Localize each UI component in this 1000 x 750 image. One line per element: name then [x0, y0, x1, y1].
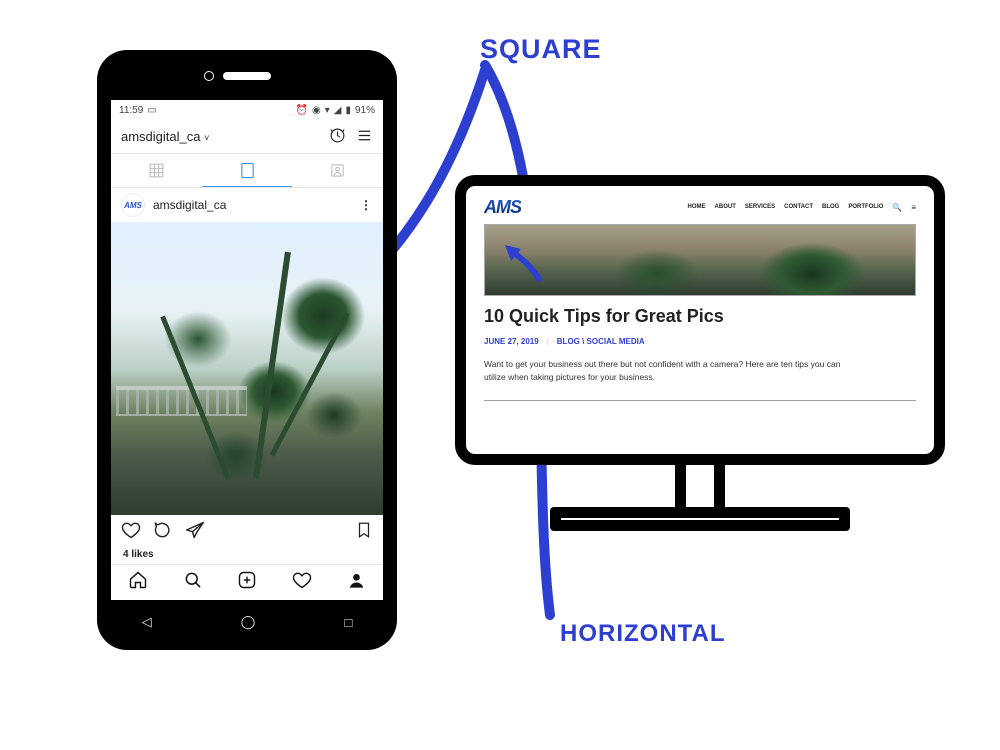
nav-new-post-icon[interactable] — [237, 570, 257, 595]
hero-annotation-arrow — [503, 243, 543, 283]
post-more-icon[interactable]: ⋮ — [360, 198, 373, 212]
post-author[interactable]: amsdigital_ca — [153, 198, 226, 212]
status-time: 11:59 — [119, 105, 143, 116]
chevron-down-icon: ˅ — [204, 133, 209, 143]
bookmark-icon[interactable] — [355, 520, 373, 545]
signal-icon: ◢ — [334, 105, 342, 116]
archive-icon[interactable] — [329, 127, 346, 147]
phone-camera-dot — [204, 71, 214, 81]
desktop-monitor-frame: AMS HOME ABOUT SERVICES CONTACT BLOG POR… — [455, 175, 945, 531]
ig-bottom-nav — [111, 564, 383, 600]
article-excerpt: Want to get your business out there but … — [484, 358, 864, 394]
site-nav: HOME ABOUT SERVICES CONTACT BLOG PORTFOL… — [688, 203, 916, 212]
post-header: AMS amsdigital_ca ⋮ — [111, 188, 383, 222]
tab-tagged[interactable] — [292, 154, 383, 187]
site-logo[interactable]: AMS — [484, 197, 521, 218]
ig-feed-tabs — [111, 154, 383, 188]
post-actions — [111, 515, 383, 549]
photo-bridge — [116, 386, 247, 416]
comment-icon[interactable] — [153, 520, 173, 545]
share-icon[interactable] — [185, 520, 205, 545]
android-home-icon[interactable]: ◯ — [241, 614, 256, 630]
android-back-icon[interactable]: ◁ — [142, 614, 152, 630]
hero-image-horizontal — [484, 224, 916, 296]
meta-separator: | — [547, 337, 549, 346]
article-date: JUNE 27, 2019 — [484, 337, 539, 346]
nav-item-portfolio[interactable]: PORTFOLIO — [848, 204, 883, 210]
nav-item-home[interactable]: HOME — [688, 204, 706, 210]
nav-home-icon[interactable] — [128, 570, 148, 595]
site-search-icon[interactable]: 🔍 — [892, 203, 902, 212]
tab-feed[interactable] — [202, 154, 293, 187]
android-nav-bar: ◁ ◯ □ — [97, 606, 397, 638]
nav-profile-icon[interactable] — [347, 571, 366, 595]
nav-item-blog[interactable]: BLOG — [822, 204, 839, 210]
nav-item-about[interactable]: ABOUT — [715, 204, 736, 210]
wifi-icon: ▾ — [325, 105, 330, 116]
label-square: SQUARE — [480, 34, 602, 65]
site-menu-icon[interactable]: ≡ — [911, 203, 916, 212]
article-categories[interactable]: BLOG \ SOCIAL MEDIA — [557, 337, 645, 346]
status-bar: 11:59 ▭ ⏰ ◉ ▾ ◢ ▮ 91% — [111, 100, 383, 120]
phone-screen: 11:59 ▭ ⏰ ◉ ▾ ◢ ▮ 91% amsdigital_ca ˅ — [111, 100, 383, 600]
article-divider — [484, 400, 916, 401]
monitor-base — [550, 507, 850, 531]
nav-item-services[interactable]: SERVICES — [745, 204, 775, 210]
tab-grid[interactable] — [111, 154, 202, 187]
like-icon[interactable] — [121, 520, 141, 545]
alarm-icon: ⏰ — [296, 105, 308, 116]
status-battery: 91% — [355, 105, 375, 116]
ig-account-header: amsdigital_ca ˅ — [111, 120, 383, 154]
post-image-square[interactable] — [111, 222, 383, 515]
phone-device-frame: 11:59 ▭ ⏰ ◉ ▾ ◢ ▮ 91% amsdigital_ca ˅ — [97, 50, 397, 650]
nav-activity-icon[interactable] — [292, 570, 312, 595]
article-meta: JUNE 27, 2019 | BLOG \ SOCIAL MEDIA — [484, 337, 916, 346]
article-title: 10 Quick Tips for Great Pics — [484, 306, 916, 327]
monitor-stand — [675, 463, 725, 513]
battery-icon: ▮ — [345, 105, 351, 116]
vibrate-icon: ◉ — [312, 105, 321, 116]
menu-icon[interactable] — [356, 127, 373, 147]
label-horizontal: HORIZONTAL — [560, 620, 726, 648]
post-avatar[interactable]: AMS — [121, 193, 145, 217]
desktop-screen: AMS HOME ABOUT SERVICES CONTACT BLOG POR… — [455, 175, 945, 465]
site-topbar: AMS HOME ABOUT SERVICES CONTACT BLOG POR… — [484, 194, 916, 220]
account-switcher[interactable]: amsdigital_ca ˅ — [121, 129, 209, 144]
post-likes[interactable]: 4 likes — [111, 549, 383, 564]
android-recents-icon[interactable]: □ — [345, 615, 353, 630]
nav-item-contact[interactable]: CONTACT — [784, 204, 813, 210]
phone-speaker — [223, 72, 271, 80]
nav-search-icon[interactable] — [183, 570, 203, 595]
